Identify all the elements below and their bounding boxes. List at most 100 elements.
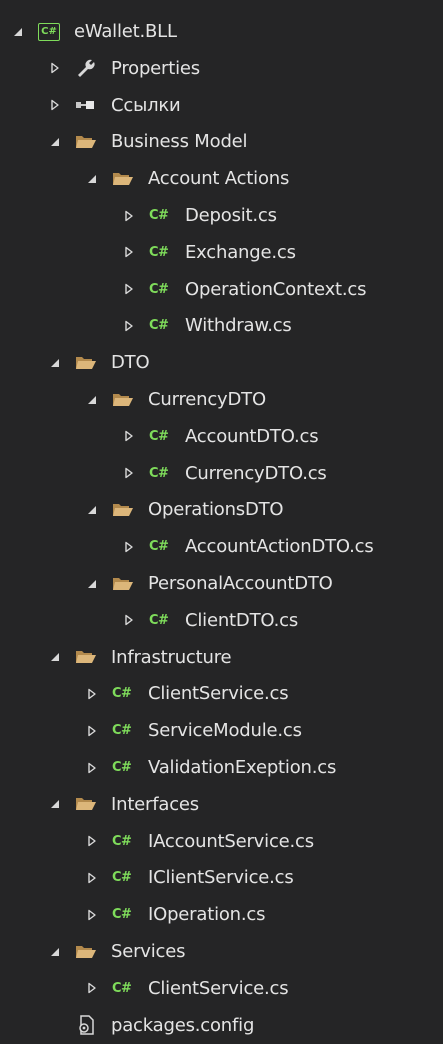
folder-open-icon [112,381,134,418]
tree-item-label: ValidationExeption.cs [148,757,337,778]
tree-item[interactable]: C# ClientService.cs [0,970,443,1007]
csharp-file-icon: C# [112,907,132,923]
tree-item[interactable]: C# CurrencyDTO.cs [0,455,443,492]
collapsed-arrow-icon[interactable] [84,896,100,933]
expanded-arrow-icon[interactable] [84,565,100,602]
config-file-icon [75,1007,97,1044]
tree-item[interactable]: C# ValidationExeption.cs [0,749,443,786]
collapsed-arrow-icon[interactable] [84,859,100,896]
tree-item-label: Ссылки [111,94,181,116]
tree-item[interactable]: Account Actions [0,160,443,197]
tree-item-label: Account Actions [148,168,290,190]
collapsed-arrow-icon[interactable] [121,528,137,565]
folder-open-icon [75,933,97,970]
csharp-file-icon: C# [149,612,169,628]
references-icon [75,87,97,124]
tree-item-label: AccountActionDTO.cs [185,536,374,558]
tree-item[interactable]: CurrencyDTO [0,381,443,418]
collapsed-arrow-icon[interactable] [84,712,100,749]
expanded-arrow-icon[interactable] [47,639,63,676]
tree-item[interactable]: C# AccountActionDTO.cs [0,528,443,565]
tree-item-label: Interfaces [111,793,199,815]
tree-item-label: DTO [111,352,150,374]
tree-item-label: Exchange.cs [185,241,296,263]
tree-item-label: ClientService.cs [148,683,289,705]
tree-item[interactable]: Business Model [0,123,443,160]
tree-item[interactable]: PersonalAccountDTO [0,565,443,602]
tree-item[interactable]: C# Deposit.cs [0,197,443,234]
collapsed-arrow-icon[interactable] [121,307,137,344]
expanded-arrow-icon[interactable] [47,344,63,381]
tree-item-label: Properties [111,57,200,79]
csharp-file-icon: C# [149,208,169,223]
tree-item[interactable]: C# eWallet.BLL [0,13,443,50]
tree-item-label: IAccountService.cs [148,830,314,852]
tree-item-label: Deposit.cs [185,205,277,226]
tree-item[interactable]: Services [0,933,443,970]
collapsed-arrow-icon[interactable] [121,197,137,234]
tree-item-label: packages.config [111,1014,255,1036]
tree-item[interactable]: OperationsDTO [0,491,443,528]
expanded-arrow-icon[interactable] [84,491,100,528]
tree-item[interactable]: C# Exchange.cs [0,234,443,271]
csharp-file-icon: C# [112,760,132,775]
tree-item[interactable]: C# Withdraw.cs [0,307,443,344]
csharp-project-icon: C# [38,13,60,50]
collapsed-arrow-icon[interactable] [84,970,100,1007]
tree-item[interactable]: C# ClientService.cs [0,675,443,712]
wrench-icon [75,50,97,87]
tree-item-label: OperationContext.cs [185,278,367,300]
tree-item-label: CurrencyDTO.cs [185,462,327,484]
tree-item[interactable]: C# OperationContext.cs [0,271,443,308]
csharp-file-icon: C# [112,833,132,849]
tree-item[interactable]: Infrastructure [0,639,443,676]
tree-item[interactable]: Ссылки [0,87,443,124]
expanded-arrow-icon[interactable] [10,13,26,50]
tree-item[interactable]: DTO [0,344,443,381]
tree-item-label: eWallet.BLL [74,21,177,42]
csharp-file-icon: C# [112,870,132,886]
collapsed-arrow-icon[interactable] [84,675,100,712]
tree-item[interactable]: packages.config [0,1007,443,1044]
tree-item-label: IOperation.cs [148,904,266,926]
csharp-file-icon: C# [149,465,169,481]
tree-item[interactable]: C# IAccountService.cs [0,823,443,860]
tree-item-label: Infrastructure [111,646,232,668]
collapsed-arrow-icon[interactable] [84,749,100,786]
folder-open-icon [75,123,97,160]
collapsed-arrow-icon[interactable] [121,271,137,308]
expanded-arrow-icon[interactable] [47,123,63,160]
tree-item[interactable]: Properties [0,50,443,87]
folder-open-icon [112,491,134,528]
collapsed-arrow-icon[interactable] [47,87,63,124]
collapsed-arrow-icon[interactable] [121,455,137,492]
tree-item-label: Withdraw.cs [185,315,292,337]
tree-item[interactable]: C# ClientDTO.cs [0,602,443,639]
collapsed-arrow-icon[interactable] [84,823,100,860]
tree-item-label: AccountDTO.cs [185,425,319,447]
collapsed-arrow-icon[interactable] [121,418,137,455]
collapsed-arrow-icon[interactable] [121,602,137,639]
csharp-file-icon: C# [149,244,169,260]
tree-item-label: IClientService.cs [148,867,294,889]
tree-item[interactable]: C# IClientService.cs [0,859,443,896]
tree-item-label: OperationsDTO [148,499,284,521]
tree-item-label: CurrencyDTO [148,389,266,410]
expanded-arrow-icon[interactable] [47,933,63,970]
folder-open-icon [75,639,97,676]
tree-item-label: Services [111,941,186,962]
folder-open-icon [112,160,134,197]
solution-explorer-tree: C# eWallet.BLL Properties Ссылки Business Mo… [0,0,443,1038]
expanded-arrow-icon[interactable] [47,786,63,823]
tree-item[interactable]: C# IOperation.cs [0,896,443,933]
collapsed-arrow-icon[interactable] [121,234,137,271]
csharp-file-icon: C# [112,980,132,996]
collapsed-arrow-icon[interactable] [47,50,63,87]
expanded-arrow-icon[interactable] [84,381,100,418]
folder-open-icon [75,786,97,823]
tree-item[interactable]: C# ServiceModule.cs [0,712,443,749]
expanded-arrow-icon[interactable] [84,160,100,197]
tree-item[interactable]: Interfaces [0,786,443,823]
tree-item[interactable]: C# AccountDTO.cs [0,418,443,455]
folder-open-icon [112,565,134,602]
